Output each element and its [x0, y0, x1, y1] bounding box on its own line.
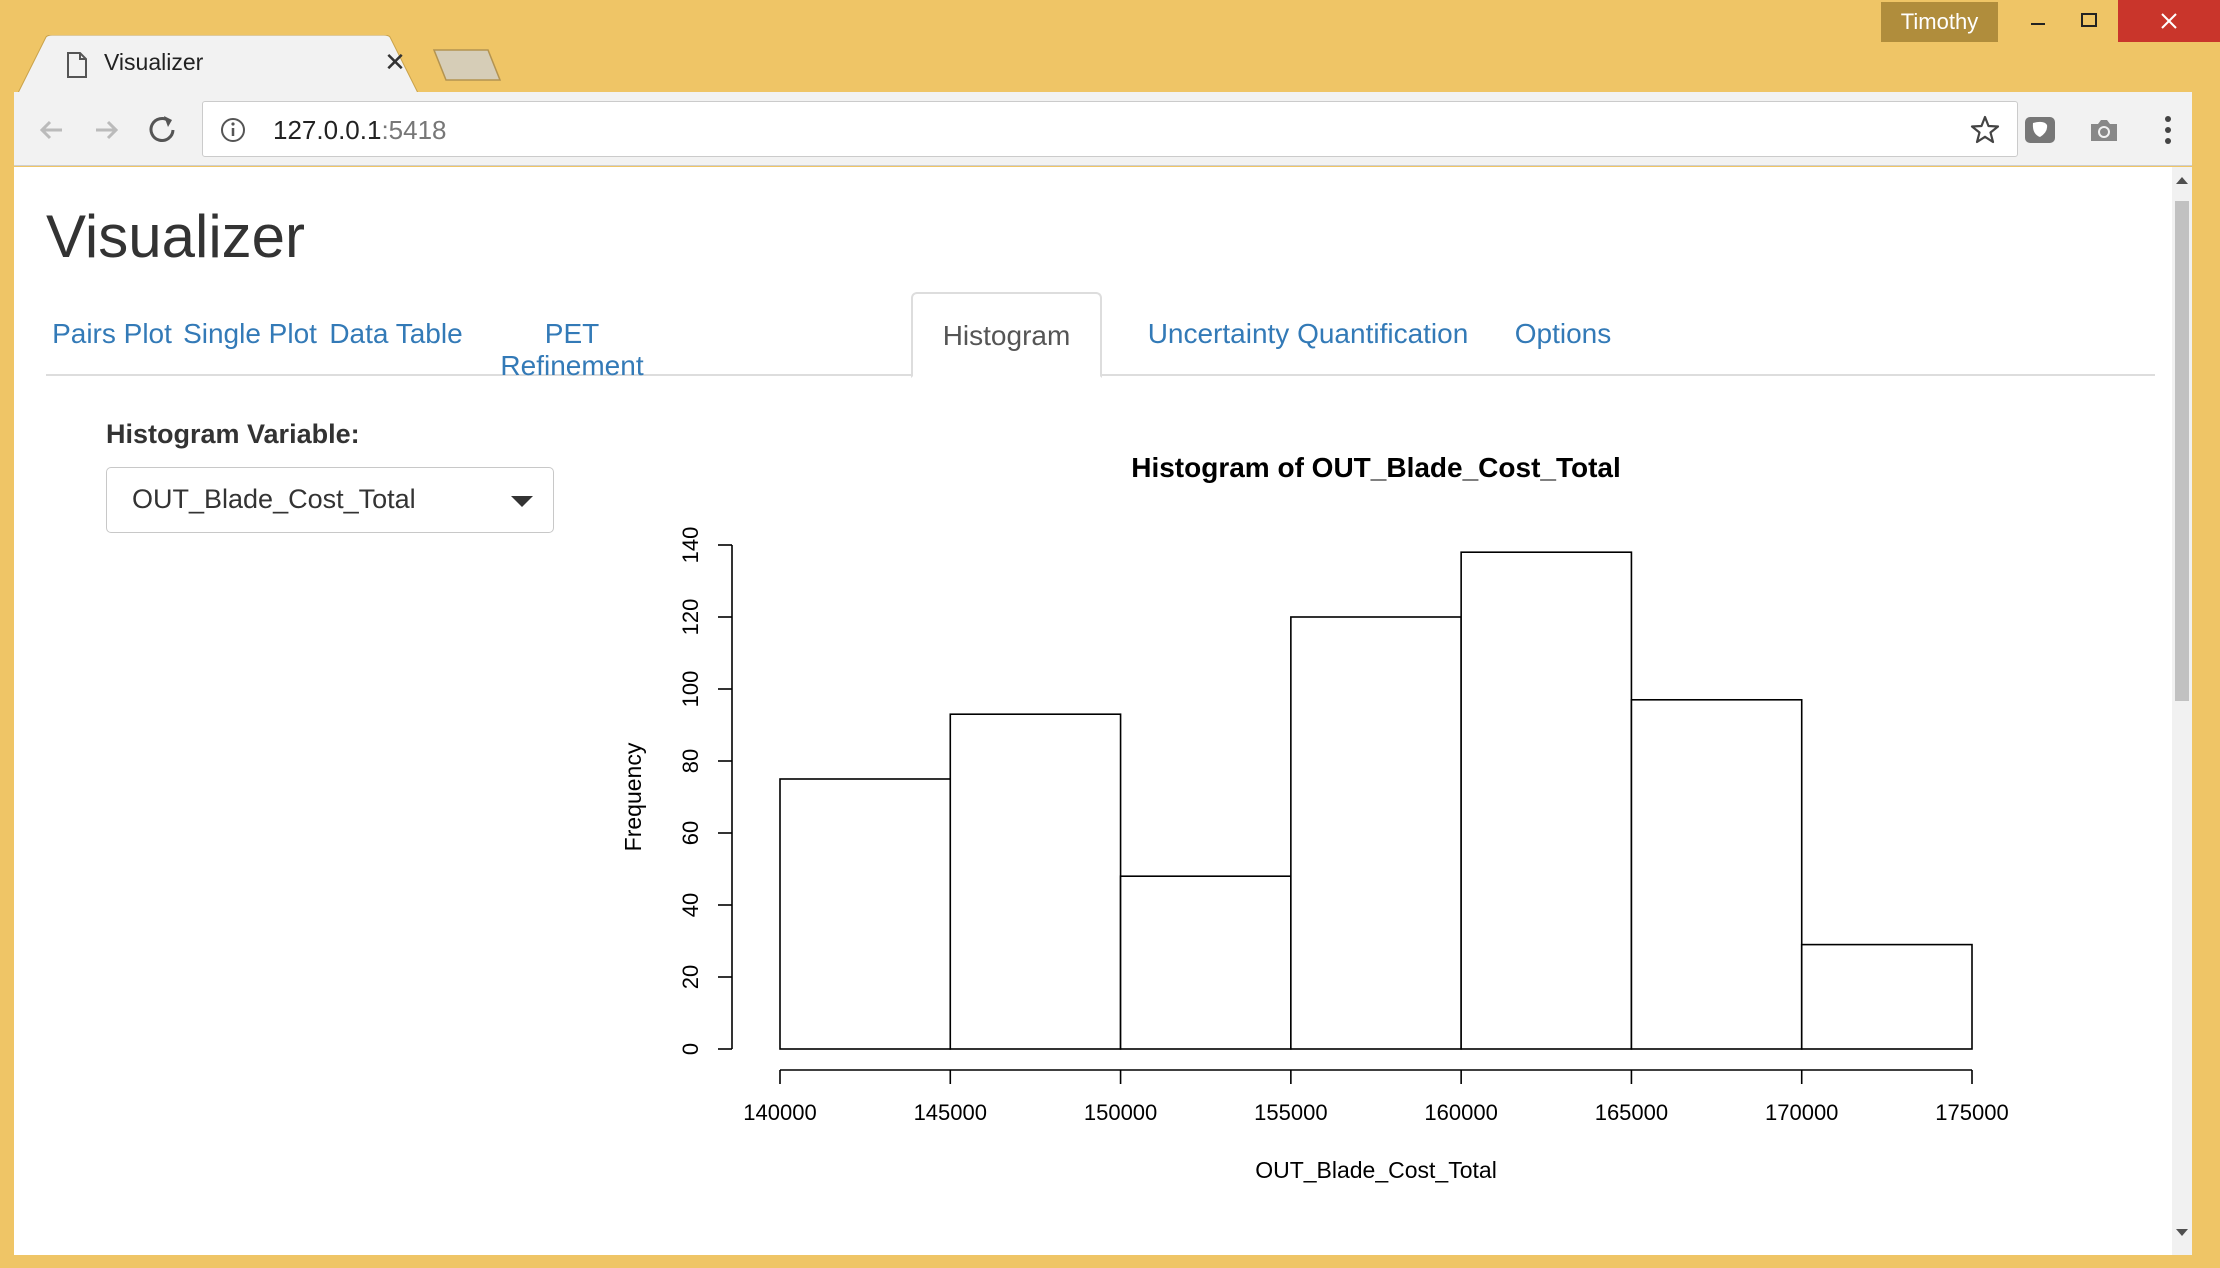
x-axis-label: OUT_Blade_Cost_Total: [1255, 1157, 1497, 1183]
maximize-icon[interactable]: [2064, 0, 2116, 42]
x-tick-label: 165000: [1595, 1100, 1668, 1125]
scrollbar-thumb[interactable]: [2175, 201, 2189, 701]
histogram-variable-select[interactable]: OUT_Blade_Cost_Total: [106, 467, 554, 533]
x-tick-label: 150000: [1084, 1100, 1157, 1125]
bookmark-star-icon[interactable]: [1969, 114, 2001, 146]
reload-icon[interactable]: [142, 110, 182, 150]
tab-close-icon[interactable]: ✕: [380, 47, 410, 77]
x-tick-label: 140000: [743, 1100, 816, 1125]
histogram-chart: Histogram of OUT_Blade_Cost_Total OUT_Bl…: [620, 452, 2009, 1183]
forward-arrow-icon[interactable]: [86, 110, 126, 150]
x-axis: 140000 145000 150000 155000 160000 165000 1700…: [743, 1069, 2009, 1125]
y-tick-label: 60: [678, 821, 703, 845]
histogram-bar: [1119, 875, 1292, 1050]
y-tick-label: 140: [678, 527, 703, 564]
scroll-up-arrow-icon[interactable]: [2176, 177, 2188, 184]
url-port: :5418: [381, 115, 447, 145]
browser-tab[interactable]: Visualizer ✕: [18, 35, 418, 93]
histogram-bar: [1630, 698, 1803, 1050]
tab-pet-refinement[interactable]: PET Refinement: [470, 292, 674, 381]
y-tick-label: 80: [678, 749, 703, 773]
extension-icon[interactable]: [2020, 110, 2060, 150]
histogram-bar: [779, 778, 952, 1050]
minimize-icon[interactable]: [2012, 0, 2064, 42]
histogram-bar: [1460, 551, 1633, 1050]
y-tick-label: 20: [678, 965, 703, 989]
y-axis-label: Frequency: [620, 742, 646, 851]
menu-kebab-icon[interactable]: [2148, 110, 2188, 150]
y-axis: 0 20 40 60 80 100 120 140: [678, 527, 733, 1055]
address-bar[interactable]: 127.0.0.1:5418: [202, 101, 2018, 157]
url-host: 127.0.0.1: [273, 115, 382, 145]
back-arrow-icon[interactable]: [32, 110, 72, 150]
tab-pairs-plot[interactable]: Pairs Plot: [46, 292, 178, 376]
url-text: 127.0.0.1:5418: [273, 115, 447, 146]
x-tick-label: 160000: [1424, 1100, 1497, 1125]
scroll-down-arrow-icon[interactable]: [2176, 1229, 2188, 1236]
chevron-down-icon: [511, 496, 533, 507]
window-titlebar: Visualizer ✕ Timothy: [0, 0, 2220, 93]
select-value: OUT_Blade_Cost_Total: [132, 484, 416, 514]
window-close-icon[interactable]: [2118, 0, 2220, 42]
page-viewport: Visualizer Pairs Plot Single Plot Data T…: [14, 167, 2172, 1255]
histogram-bar: [949, 713, 1122, 1050]
new-tab-button[interactable]: [432, 48, 502, 82]
tab-single-plot[interactable]: Single Plot: [182, 292, 318, 376]
window-border-bottom: [0, 1255, 2220, 1268]
histogram-bar: [1290, 616, 1462, 1050]
tab-title: Visualizer: [104, 49, 204, 75]
nav-tabs: Pairs Plot Single Plot Data Table PET Re…: [46, 292, 2155, 381]
x-tick-label: 145000: [914, 1100, 987, 1125]
x-tick-label: 175000: [1935, 1100, 2008, 1125]
tab-uncertainty-quantification[interactable]: Uncertainty Quantification: [1132, 292, 1484, 376]
bars-group: [779, 551, 1973, 1050]
histogram-bar: [1800, 943, 1973, 1050]
camera-icon[interactable]: [2084, 110, 2124, 150]
info-icon[interactable]: [219, 116, 247, 144]
window-border-right: [2192, 92, 2220, 1268]
tab-options[interactable]: Options: [1498, 292, 1628, 376]
y-tick-label: 100: [678, 671, 703, 708]
vertical-scrollbar[interactable]: [2172, 167, 2192, 1255]
browser-toolbar: 127.0.0.1:5418: [14, 92, 2214, 166]
tab-histogram[interactable]: Histogram: [911, 292, 1102, 378]
y-tick-label: 40: [678, 893, 703, 917]
chart-title: Histogram of OUT_Blade_Cost_Total: [1131, 452, 1621, 483]
page-icon: [67, 52, 87, 78]
tab-data-table[interactable]: Data Table: [324, 292, 468, 376]
page-title: Visualizer: [46, 203, 306, 270]
histogram-variable-label: Histogram Variable:: [106, 419, 360, 449]
x-tick-label: 155000: [1254, 1100, 1327, 1125]
y-tick-label: 120: [678, 599, 703, 636]
y-tick-label: 0: [678, 1043, 703, 1055]
x-tick-label: 170000: [1765, 1100, 1838, 1125]
profile-button[interactable]: Timothy: [1881, 2, 1998, 42]
